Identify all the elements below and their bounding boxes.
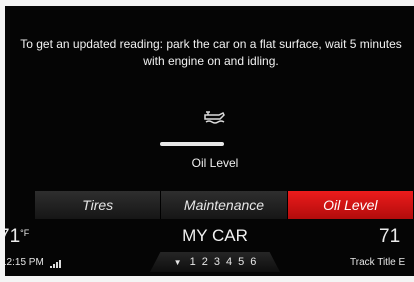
oil-level-bar-fill <box>160 142 224 146</box>
page-number[interactable]: 6 <box>250 256 256 268</box>
page-number[interactable]: 1 <box>190 256 196 268</box>
oil-level-bar <box>160 142 224 146</box>
tab-maintenance[interactable]: Maintenance <box>161 191 288 219</box>
screen-title: MY CAR <box>182 226 248 245</box>
temperature-left[interactable]: 71°F <box>5 226 29 248</box>
page-number[interactable]: 2 <box>202 256 208 268</box>
tab-tires[interactable]: Tires <box>35 191 162 219</box>
page-number[interactable]: 5 <box>238 256 244 268</box>
track-title[interactable]: Track Title E <box>350 257 405 268</box>
temperature-left-unit: °F <box>20 228 30 238</box>
tab-tires-label: Tires <box>82 197 114 213</box>
page-number[interactable]: 4 <box>226 256 232 268</box>
chevron-down-icon[interactable]: ▼ <box>174 258 182 267</box>
page-selector[interactable]: ▼ 1 2 3 4 5 6 <box>150 252 280 272</box>
temperature-left-value: 71 <box>5 226 21 247</box>
temperature-right[interactable]: 71 <box>379 226 400 248</box>
page-number[interactable]: 3 <box>214 256 220 268</box>
tab-oil-level-label: Oil Level <box>323 197 378 213</box>
tab-maintenance-label: Maintenance <box>183 197 265 213</box>
oil-can-icon <box>204 111 225 124</box>
instruction-text: To get an updated reading: park the car … <box>20 37 402 68</box>
oil-level-label: Oil Level <box>191 156 239 170</box>
tab-bar: Tires Maintenance Oil Level <box>35 191 414 219</box>
tab-oil-level[interactable]: Oil Level <box>287 191 414 219</box>
signal-strength-icon <box>50 260 61 268</box>
temperature-right-value: 71 <box>379 226 401 247</box>
clock: 12:15 PM <box>5 257 44 268</box>
screen: To get an updated reading: park the car … <box>5 6 414 276</box>
